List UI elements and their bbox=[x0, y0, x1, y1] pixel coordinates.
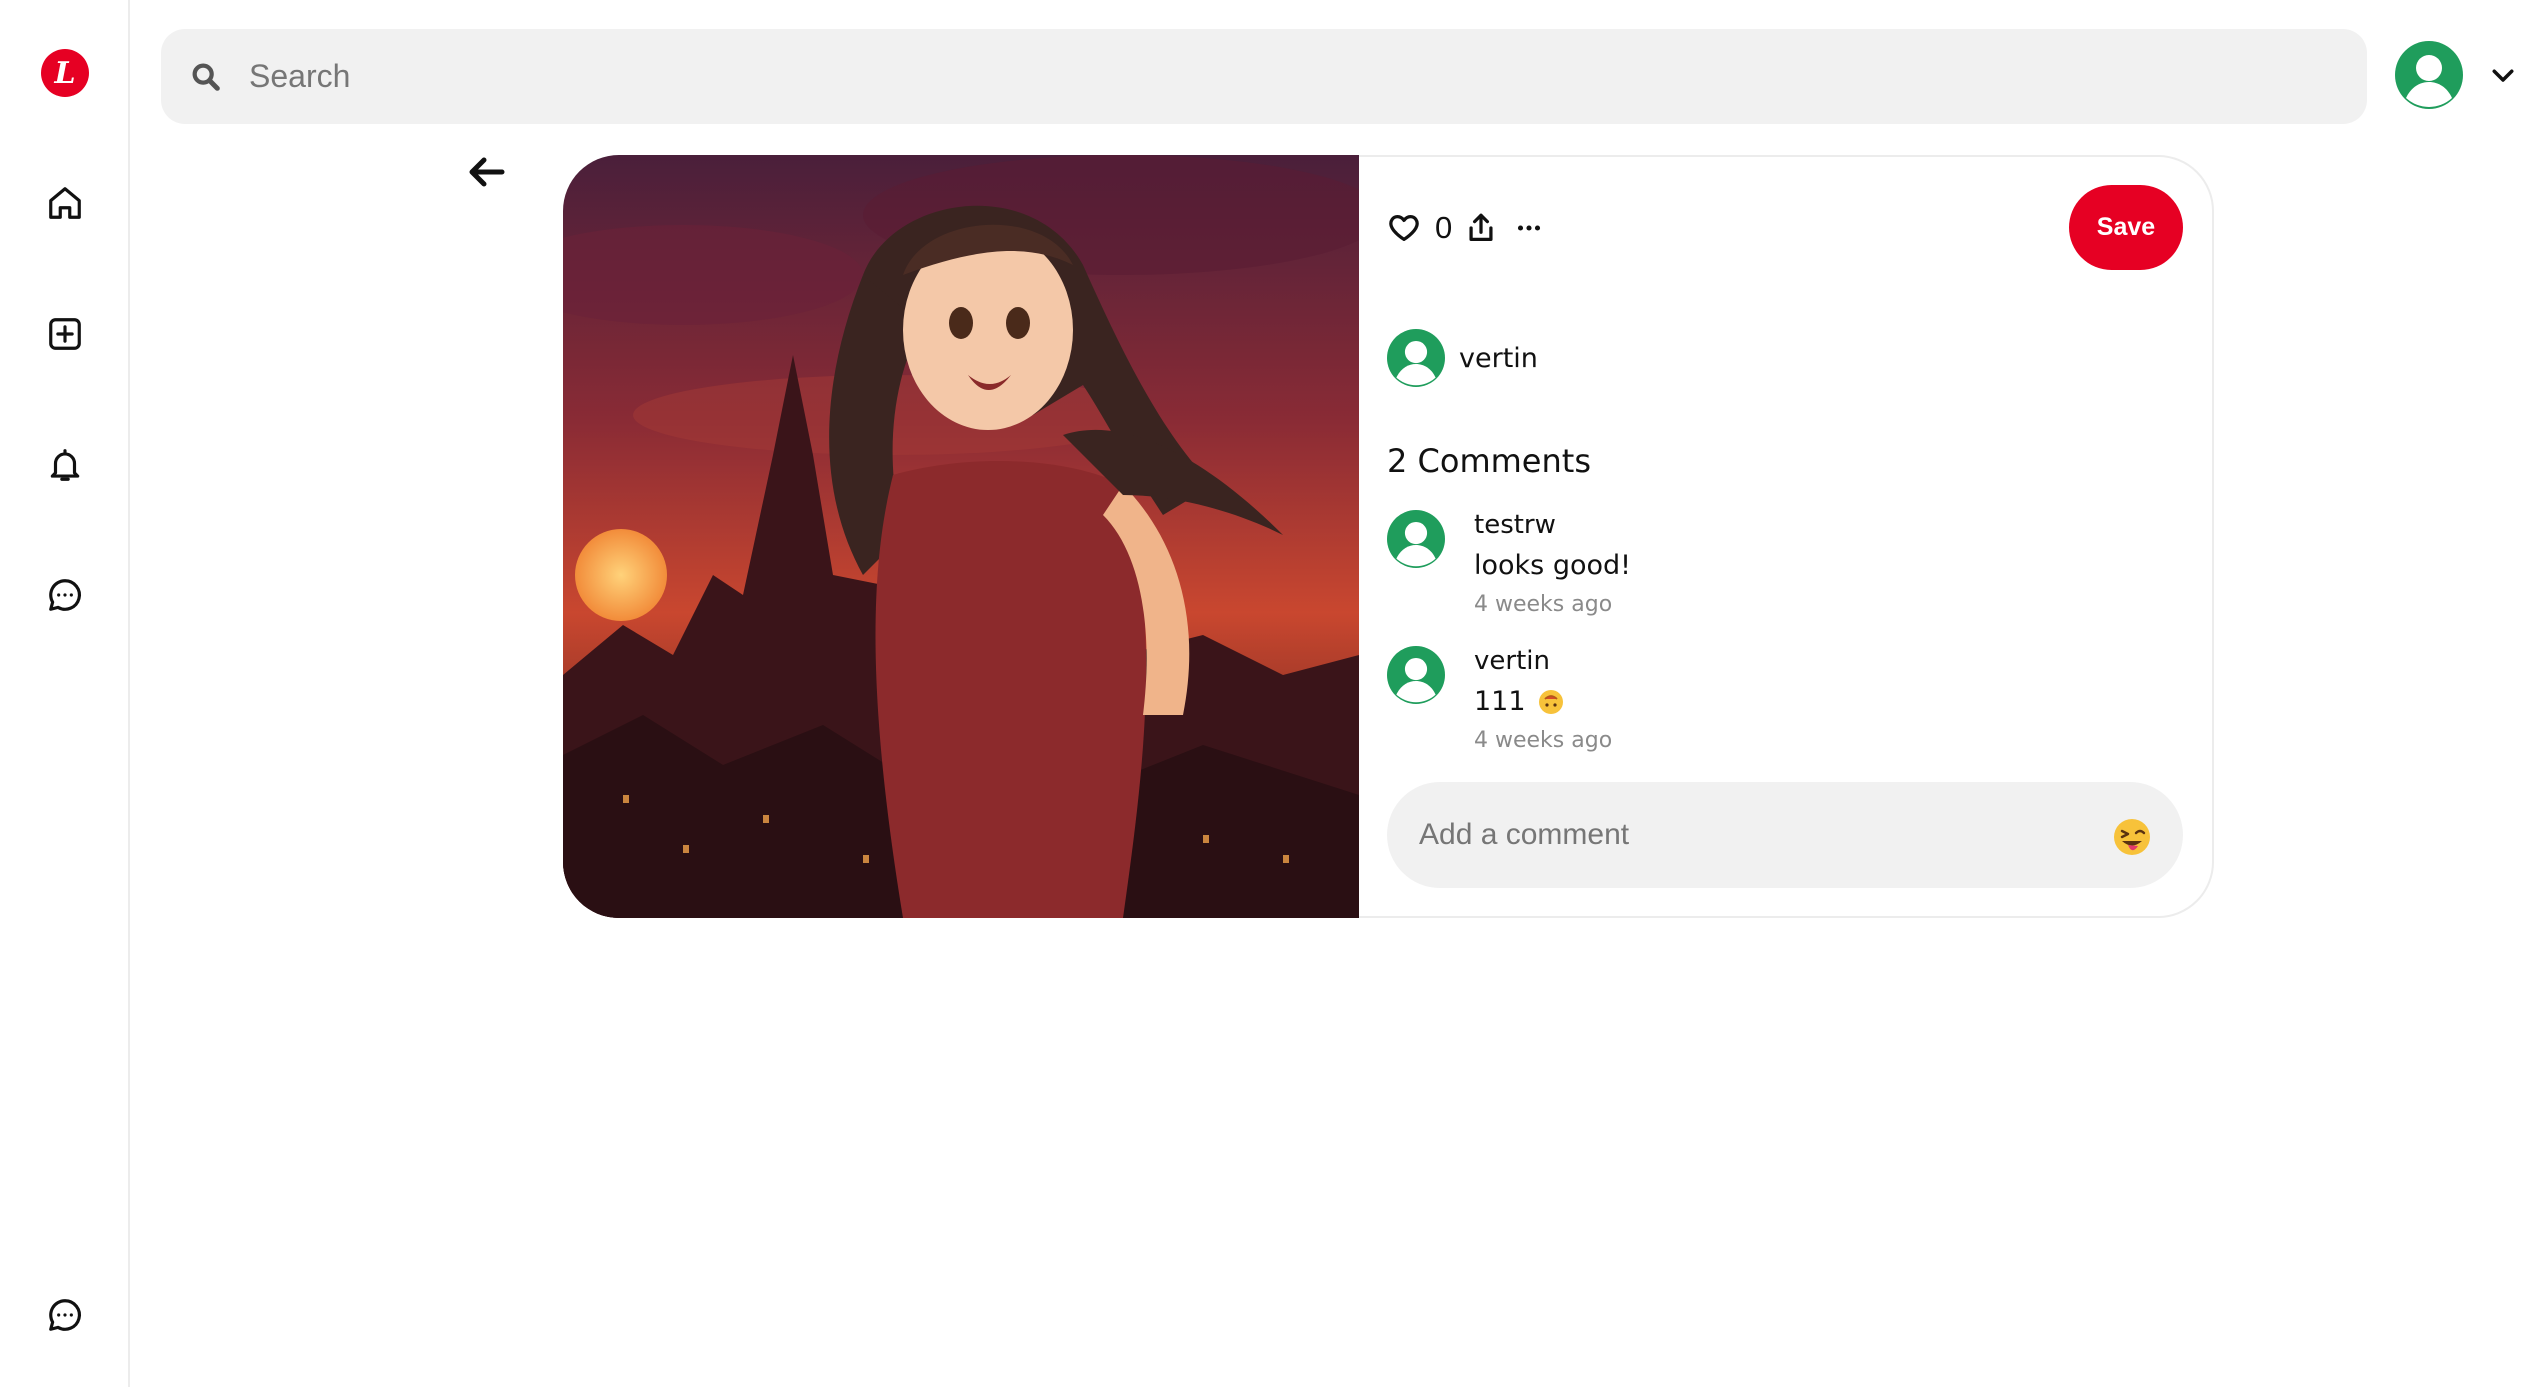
home-icon bbox=[49, 187, 81, 219]
comment-item: vertin 111 4 weeks ago bbox=[1387, 646, 1787, 756]
save-button[interactable]: Save bbox=[2069, 185, 2183, 270]
comment-input[interactable] bbox=[1417, 817, 2081, 853]
comment-timestamp: 4 weeks ago bbox=[1474, 728, 1613, 753]
plus-square-icon bbox=[49, 318, 81, 350]
comment-timestamp: 4 weeks ago bbox=[1474, 592, 1613, 617]
back-arrow-icon[interactable] bbox=[466, 154, 506, 190]
comments-title: 2 Comments bbox=[1387, 442, 1591, 480]
message-icon bbox=[49, 579, 81, 611]
app-logo[interactable]: L bbox=[41, 49, 89, 97]
comment-text-row: 111 bbox=[1474, 686, 1564, 717]
left-sidebar: L bbox=[0, 0, 130, 1387]
heart-icon[interactable] bbox=[1387, 211, 1421, 245]
comment-text: looks good! bbox=[1474, 550, 1631, 581]
user-avatar[interactable] bbox=[2395, 41, 2463, 109]
upside-down-face-emoji-icon bbox=[1538, 689, 1563, 714]
search-input[interactable] bbox=[247, 57, 2301, 96]
like-count: 0 bbox=[1435, 210, 1453, 245]
add-comment-bar[interactable] bbox=[1387, 782, 2183, 888]
help-button[interactable] bbox=[33, 1283, 97, 1347]
search-icon bbox=[192, 63, 220, 91]
pin-actions: 0 bbox=[1387, 207, 1546, 249]
emoji-picker-icon[interactable] bbox=[2113, 818, 2151, 856]
avatar[interactable] bbox=[1387, 510, 1445, 568]
pin-image[interactable] bbox=[563, 155, 1359, 918]
author-name: vertin bbox=[1459, 342, 1538, 374]
create-button[interactable] bbox=[33, 302, 97, 366]
more-options-icon[interactable] bbox=[1512, 211, 1546, 245]
pin-author[interactable]: vertin bbox=[1387, 329, 1538, 387]
notifications-button[interactable] bbox=[33, 433, 97, 497]
home-button[interactable] bbox=[33, 171, 97, 235]
messages-button[interactable] bbox=[33, 563, 97, 627]
comment-username[interactable]: vertin bbox=[1474, 646, 1550, 676]
comment-username[interactable]: testrw bbox=[1474, 510, 1556, 540]
search-bar[interactable] bbox=[161, 29, 2367, 124]
bell-icon bbox=[50, 449, 80, 481]
chevron-down-icon[interactable] bbox=[2488, 60, 2518, 90]
avatar[interactable] bbox=[1387, 646, 1445, 704]
avatar bbox=[1387, 329, 1445, 387]
anime-girl-sunset-illustration bbox=[563, 155, 1359, 918]
share-icon[interactable] bbox=[1464, 211, 1498, 245]
message-icon bbox=[49, 1299, 81, 1331]
comment-text: 111 bbox=[1474, 686, 1526, 717]
comment-item: testrw looks good! 4 weeks ago bbox=[1387, 510, 1787, 620]
